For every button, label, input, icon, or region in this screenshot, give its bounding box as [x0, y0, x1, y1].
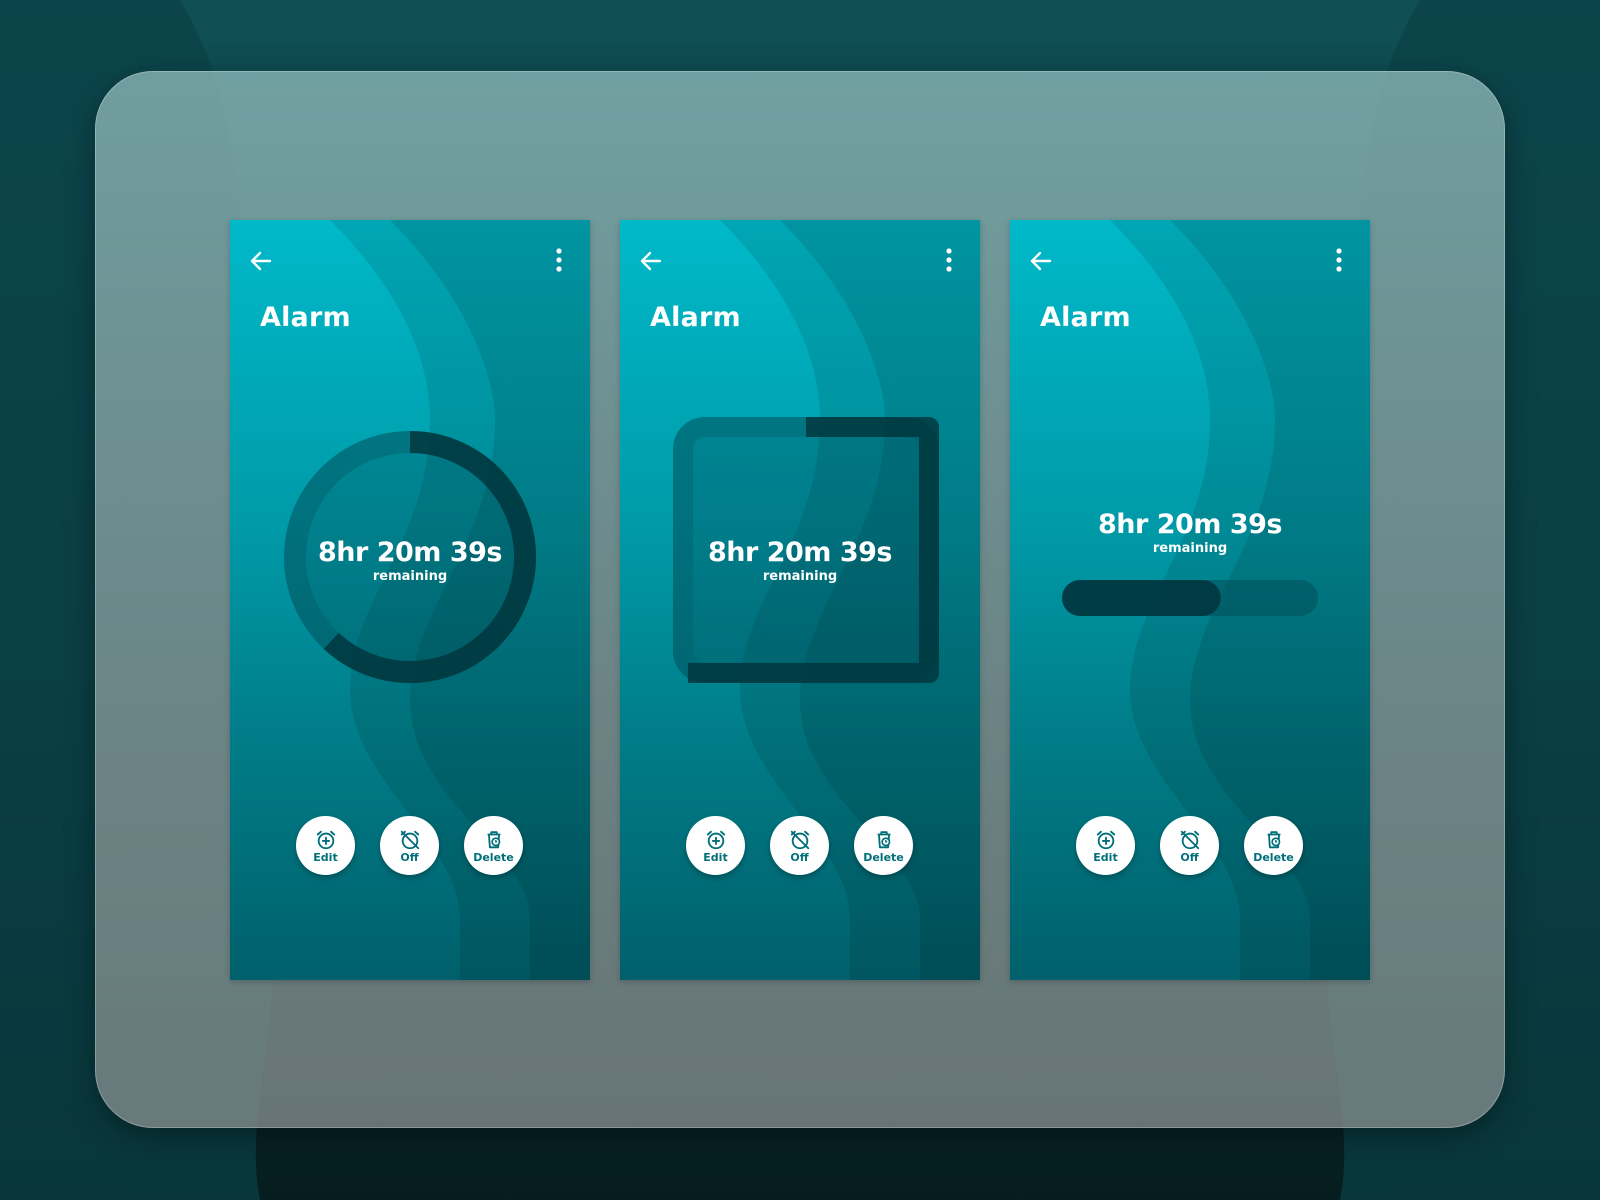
delete-button[interactable]: Delete	[464, 816, 523, 875]
off-button-label: Off	[400, 851, 419, 864]
edit-button[interactable]: Edit	[686, 816, 745, 875]
off-button-label: Off	[1180, 851, 1199, 864]
alarm-add-icon	[1096, 830, 1115, 850]
delete-button-label: Delete	[863, 851, 904, 864]
delete-button[interactable]: Delete	[854, 816, 913, 875]
off-button-label: Off	[790, 851, 809, 864]
time-sublabel: remaining	[762, 569, 838, 584]
alarm-add-icon	[316, 830, 335, 850]
time-value: 8hr 20m 39s	[708, 537, 892, 568]
off-button[interactable]: Off	[770, 816, 829, 875]
alarm-off-icon	[790, 830, 809, 850]
edit-button-label: Edit	[313, 851, 338, 864]
progress-fill	[1062, 580, 1221, 616]
delete-button-label: Delete	[1253, 851, 1294, 864]
edit-button[interactable]: Edit	[1076, 816, 1135, 875]
alarm-add-icon	[706, 830, 725, 850]
delete-alarm-icon	[1267, 831, 1280, 849]
action-bar: Edit Off Delete	[230, 816, 590, 878]
phone-screen-linear: Alarm 8hr 20m 39s remaining Edit Off Del…	[1010, 220, 1370, 980]
time-value: 8hr 20m 39s	[318, 537, 502, 568]
phone-screen-square: Alarm 8hr 20m 39s remaining Edit Off Del…	[620, 220, 980, 980]
edit-button-label: Edit	[703, 851, 728, 864]
action-bar: Edit Off Delete	[620, 816, 980, 878]
off-button[interactable]: Off	[1160, 816, 1219, 875]
edit-button[interactable]: Edit	[296, 816, 355, 875]
phone-screen-circular: Alarm 8hr 20m 39s remaining Edit Off Del…	[230, 220, 590, 980]
delete-alarm-icon	[487, 831, 500, 849]
delete-button[interactable]: Delete	[1244, 816, 1303, 875]
time-remaining: 8hr 20m 39s remaining	[230, 537, 590, 585]
time-remaining: 8hr 20m 39s remaining	[620, 537, 980, 585]
off-button[interactable]: Off	[380, 816, 439, 875]
alarm-off-icon	[400, 830, 419, 850]
action-bar: Edit Off Delete	[1010, 816, 1370, 878]
edit-button-label: Edit	[1093, 851, 1118, 864]
alarm-off-icon	[1180, 830, 1199, 850]
time-sublabel: remaining	[372, 569, 448, 584]
delete-alarm-icon	[877, 831, 890, 849]
delete-button-label: Delete	[473, 851, 514, 864]
